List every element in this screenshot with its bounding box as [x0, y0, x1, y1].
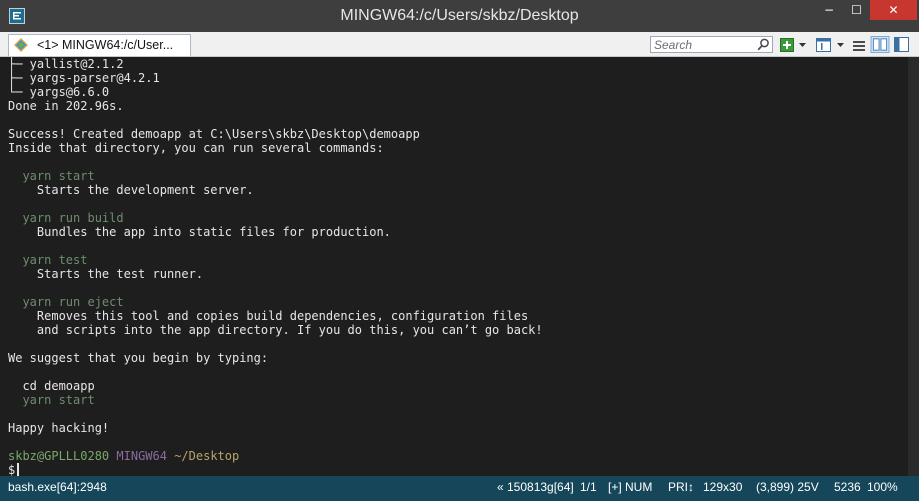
terminal-line: Inside that directory, you can run sever… [8, 141, 384, 155]
terminal-line: Happy hacking! [8, 421, 110, 435]
window-list-dropdown-icon[interactable] [836, 36, 845, 53]
tab-console-1[interactable]: <1> MINGW64:/c/User... [8, 34, 191, 56]
terminal-line: and scripts into the app directory. If y… [8, 323, 543, 337]
status-bar: bash.exe[64]:2948 « 150813g[64] 1/1 [+] … [0, 476, 919, 501]
panel-icon[interactable] [894, 36, 910, 53]
terminal-line: yarn start [8, 169, 95, 183]
terminal-line: yarn run eject [8, 295, 124, 309]
terminal-line: yarn run build [8, 211, 124, 225]
status-zoom[interactable]: 100% [867, 480, 898, 494]
status-keys[interactable]: [+] NUM [608, 480, 652, 494]
terminal-line: Starts the development server. [8, 183, 254, 197]
status-cursor-pos[interactable]: (3,899) 25V [756, 480, 819, 494]
new-console-dropdown-icon[interactable] [798, 36, 807, 53]
prompt-symbol: $ [8, 463, 16, 476]
console-tab-icon [14, 38, 28, 52]
terminal-line: yarn start [8, 393, 95, 407]
terminal-line: Done in 202.96s. [8, 99, 124, 113]
title-bar[interactable]: MINGW64:/c/Users/skbz/Desktop − ☐ ✕ [0, 0, 919, 32]
terminal-line: Removes this tool and copies build depen… [8, 309, 529, 323]
terminal-line: ├─ yargs-parser@4.2.1 [8, 71, 160, 85]
terminal-line: Success! Created demoapp at C:\Users\skb… [8, 127, 420, 141]
search-box[interactable] [650, 36, 773, 53]
terminal-line: cd demoapp [8, 379, 95, 393]
text-cursor [17, 463, 20, 476]
window-title: MINGW64:/c/Users/skbz/Desktop [340, 7, 579, 24]
minimize-button[interactable]: − [815, 0, 843, 20]
search-input[interactable] [651, 37, 758, 52]
terminal-line: ├─ yallist@2.1.2 [8, 57, 124, 71]
terminal-line: We suggest that you begin by typing: [8, 351, 269, 365]
status-size[interactable]: 129x30 [703, 480, 742, 494]
terminal-line: └─ yargs@6.6.0 [8, 85, 110, 99]
split-view-icon[interactable] [870, 36, 890, 53]
prompt-cwd: ~/Desktop [174, 449, 240, 463]
prompt-env: MINGW64 [116, 449, 167, 463]
status-pid[interactable]: 5236 [834, 480, 861, 494]
prompt-line: skbz@GPLLL0280 MINGW64 ~/Desktop [8, 449, 239, 463]
prompt-user: skbz@GPLLL0280 [8, 449, 110, 463]
toolbar: <1> MINGW64:/c/User... [0, 32, 919, 57]
terminal-line: yarn test [8, 253, 88, 267]
tab-label: <1> MINGW64:/c/User... [37, 38, 174, 52]
conemu-window: MINGW64:/c/Users/skbz/Desktop − ☐ ✕ <1> … [0, 0, 919, 501]
maximize-button[interactable]: ☐ [843, 0, 870, 20]
vertical-scrollbar[interactable] [908, 57, 919, 476]
status-pane[interactable]: 1/1 [580, 480, 597, 494]
menu-icon[interactable] [852, 36, 866, 53]
search-icon[interactable] [757, 38, 770, 51]
terminal-output[interactable]: ├─ yallist@2.1.2 ├─ yargs-parser@4.2.1 └… [0, 57, 919, 476]
input-line[interactable]: $ [8, 463, 20, 476]
status-process[interactable]: bash.exe[64]:2948 [8, 480, 107, 494]
status-build[interactable]: « 150813g[64] [497, 480, 574, 494]
terminal-line: Bundles the app into static files for pr… [8, 225, 391, 239]
status-priority[interactable]: PRI↕ [668, 480, 694, 494]
close-button[interactable]: ✕ [870, 0, 917, 20]
new-console-icon[interactable] [780, 36, 794, 53]
terminal-line: Starts the test runner. [8, 267, 204, 281]
window-list-icon[interactable] [816, 36, 832, 53]
